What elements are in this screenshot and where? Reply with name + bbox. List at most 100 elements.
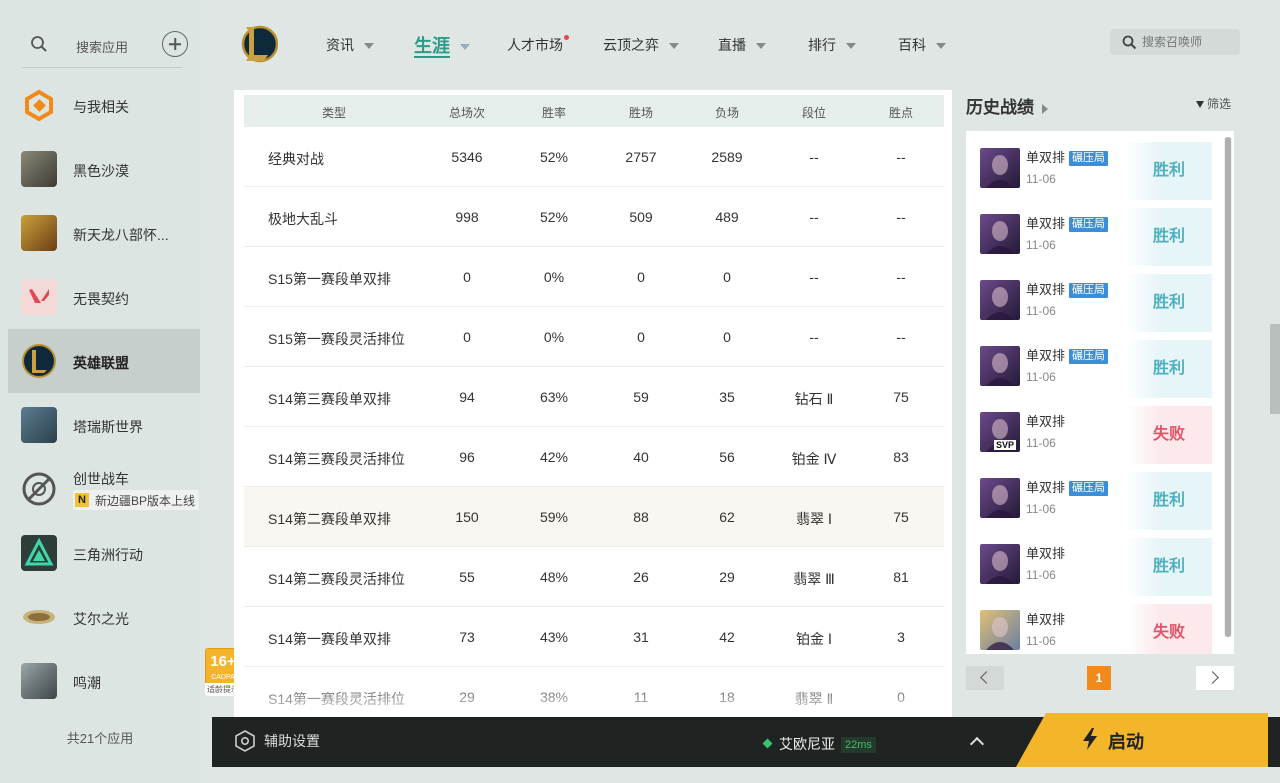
sidebar-item-related[interactable]: 与我相关 (8, 73, 200, 137)
match-mode: 单双排 (1026, 609, 1065, 628)
match-history-item[interactable]: 单双排 碾压局 11-06 胜利 (976, 208, 1212, 266)
tab-ranking[interactable]: 排行 (808, 35, 856, 55)
champion-avatar (980, 214, 1020, 254)
career-stats-table: 类型 总场次 胜率 胜场 负场 段位 胜点 经典对战 5346 52% 2757 258… (234, 90, 952, 717)
history-title[interactable]: 历史战绩 (966, 93, 1048, 118)
lol-logo-icon[interactable] (238, 23, 279, 65)
table-row[interactable]: 经典对战 5346 52% 2757 2589 -- -- (244, 127, 944, 187)
match-history-item[interactable]: 单双排 碾压局 11-06 胜利 (976, 274, 1212, 332)
history-scrollbar[interactable] (1225, 137, 1231, 637)
cell-type: S14第一赛段灵活排位 (268, 691, 405, 707)
sidebar-item-black-desert[interactable]: 黑色沙漠 (8, 137, 200, 201)
tab-label: 生涯 (414, 36, 450, 56)
window-scrollbar[interactable] (1270, 324, 1280, 414)
table-row[interactable]: S14第三赛段灵活排位 96 42% 40 56 铂金 Ⅳ 83 (244, 427, 944, 487)
server-ping: 22ms (841, 737, 876, 753)
sidebar-item-tianlong[interactable]: 新天龙八部怀... (8, 201, 200, 265)
sidebar-item-lol[interactable]: 英雄联盟 (8, 329, 200, 393)
search-icon (31, 36, 47, 52)
sidebar-item-delta-force[interactable]: 三角洲行动 (8, 521, 200, 585)
chevron-down-icon (364, 43, 374, 50)
match-history-item[interactable]: 单双排 11-06 失败 (976, 604, 1212, 654)
sidebar-item-label: 三角洲行动 (73, 547, 143, 563)
table-row[interactable]: S15第一赛段单双排 0 0% 0 0 -- -- (244, 247, 944, 307)
wuthering-waves-icon (21, 663, 57, 699)
match-history-item[interactable]: 单双排 碾压局 11-06 胜利 (976, 472, 1212, 530)
table-row[interactable]: S14第三赛段单双排 94 63% 59 35 钻石 Ⅱ 75 (244, 367, 944, 427)
sidebar-item-valorant[interactable]: 无畏契约 (8, 265, 200, 329)
tab-label: 云顶之弈 (603, 37, 659, 53)
match-history-item[interactable]: SVP 单双排 11-06 失败 (976, 406, 1212, 464)
match-history-item[interactable]: 单双排 11-06 胜利 (976, 538, 1212, 596)
tab-career[interactable]: 生涯 (414, 32, 470, 58)
match-tag: 碾压局 (1069, 349, 1109, 364)
sidebar-divider (22, 67, 182, 68)
cell-lp: 81 (893, 569, 909, 585)
sidebar-item-label: 艾尔之光 (73, 611, 129, 627)
sidebar-item-elsword[interactable]: 艾尔之光 (8, 585, 200, 649)
match-tag: 碾压局 (1069, 151, 1109, 166)
assist-settings-button[interactable]: 辅助设置 (234, 729, 320, 753)
cell-winrate: 0% (543, 329, 565, 345)
app-search[interactable]: 搜索应用 (22, 28, 198, 62)
match-mode: 单双排 碾压局 (1026, 213, 1109, 232)
table-row[interactable]: S14第二赛段单双排 150 59% 88 62 翡翠 Ⅰ 75 (244, 487, 944, 547)
cell-total: 150 (455, 509, 479, 525)
top-nav: 资讯 生涯 人才市场 云顶之弈 直播 排行 百科 (212, 0, 1280, 90)
cell-wins: 26 (633, 569, 649, 585)
filter-button[interactable]: 筛选 (1196, 95, 1231, 112)
summoner-search[interactable] (1110, 29, 1240, 55)
match-history-item[interactable]: 单双排 碾压局 11-06 胜利 (976, 340, 1212, 398)
cell-lp: 75 (893, 509, 909, 525)
cell-total: 0 (463, 329, 471, 345)
chevron-up-icon[interactable] (969, 736, 985, 752)
cell-losses: 56 (719, 449, 735, 465)
update-notice[interactable]: N 新边疆BP版本上线 (73, 490, 200, 510)
match-history-item[interactable]: 单双排 碾压局 11-06 胜利 (976, 142, 1212, 200)
tab-news[interactable]: 资讯 (326, 35, 374, 55)
cell-lp: -- (896, 149, 906, 165)
cell-type: 经典对战 (268, 151, 324, 167)
tab-talent-market[interactable]: 人才市场 (507, 35, 569, 55)
page-number-button[interactable]: 1 (1087, 666, 1111, 690)
match-mode: 单双排 碾压局 (1026, 345, 1109, 364)
match-mode-text: 单双排 (1026, 216, 1066, 231)
sidebar-item-label: 与我相关 (73, 99, 129, 115)
table-row[interactable]: 极地大乱斗 998 52% 509 489 -- -- (244, 187, 944, 247)
cell-wins: 0 (637, 269, 645, 285)
cell-lp: -- (896, 329, 906, 345)
cell-type: S14第三赛段单双排 (268, 391, 391, 407)
prev-page-button[interactable] (966, 666, 1004, 690)
sidebar-item-wuthering-waves[interactable]: 鸣潮 (8, 649, 200, 713)
add-app-icon[interactable] (162, 31, 188, 57)
settings-hex-icon (235, 730, 255, 752)
cell-type: S14第二赛段灵活排位 (268, 571, 405, 587)
tab-live[interactable]: 直播 (718, 35, 766, 55)
sidebar-item-tarisland[interactable]: 塔瑞斯世界 (8, 393, 200, 457)
launch-button[interactable]: 启动 (1016, 713, 1268, 767)
table-row[interactable]: S15第一赛段灵活排位 0 0% 0 0 -- -- (244, 307, 944, 367)
cell-wins: 59 (633, 389, 649, 405)
cell-winrate: 59% (539, 509, 569, 525)
server-selector[interactable]: 艾欧尼亚 22ms (762, 734, 876, 754)
cell-rank: 铂金 Ⅳ (791, 451, 837, 467)
table-row[interactable]: S14第二赛段灵活排位 55 48% 26 29 翡翠 Ⅲ 81 (244, 547, 944, 607)
summoner-search-input[interactable] (1142, 33, 1232, 51)
lightning-icon (1083, 728, 1097, 750)
cell-type: 极地大乱斗 (268, 211, 338, 227)
cell-winrate: 42% (539, 449, 569, 465)
cell-rank: 钻石 Ⅱ (794, 391, 834, 407)
notification-dot (564, 35, 569, 40)
sidebar-item-chuangshi[interactable]: 创世战车 N 新边疆BP版本上线 (8, 457, 200, 521)
champion-avatar (980, 148, 1020, 188)
table-row[interactable]: S14第一赛段单双排 73 43% 31 42 铂金 Ⅰ 3 (244, 607, 944, 667)
game-list: 与我相关 黑色沙漠 新天龙八部怀... 无畏契约 英雄联盟 塔瑞斯世界 创世战车… (8, 73, 200, 713)
next-page-button[interactable] (1196, 666, 1234, 690)
cell-losses: 489 (715, 209, 739, 225)
tab-tft[interactable]: 云顶之弈 (603, 35, 679, 55)
tab-wiki[interactable]: 百科 (898, 35, 946, 55)
table-row[interactable]: S14第一赛段灵活排位 29 38% 11 18 翡翠 Ⅱ 0 (244, 667, 944, 717)
match-date: 11-06 (1026, 238, 1056, 252)
cell-wins: 2757 (625, 149, 657, 165)
chuangshi-icon (21, 471, 57, 507)
